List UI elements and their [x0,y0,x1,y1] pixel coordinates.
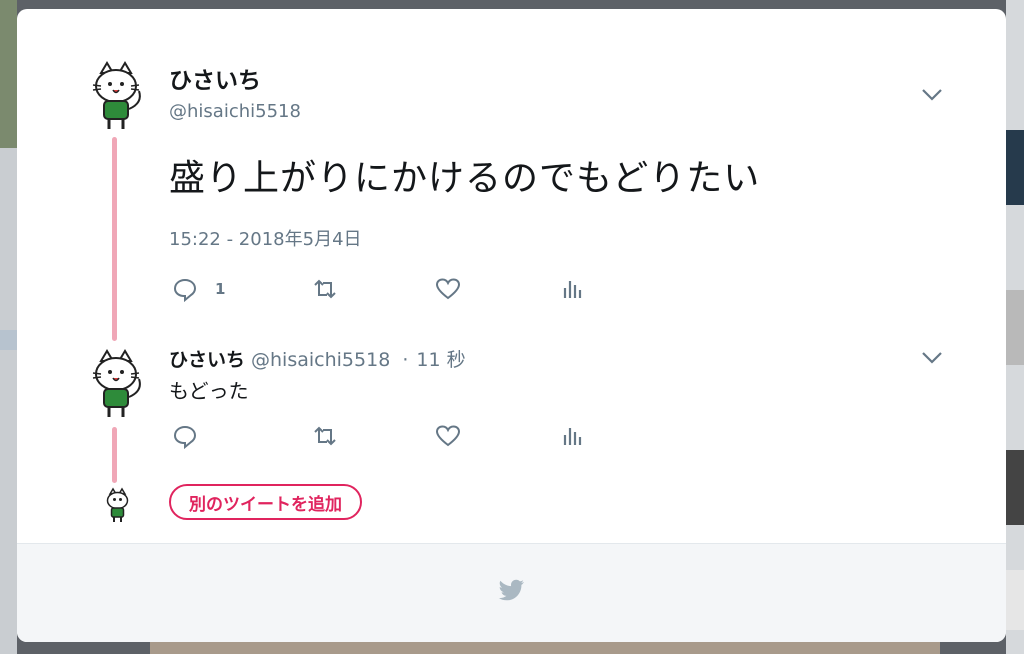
reply-age[interactable]: 11 秒 [416,349,465,371]
reply-icon [173,425,197,449]
reply-count: 1 [215,280,226,298]
like-button[interactable] [435,275,461,303]
twitter-bird-icon [498,579,524,601]
thread-line [112,137,117,341]
reply-icon [173,278,197,302]
avatar[interactable] [87,347,147,421]
analytics-button[interactable] [559,422,585,450]
chevron-down-icon[interactable] [921,351,943,365]
retweet-icon [314,426,336,446]
reply-button[interactable]: 1 [172,275,225,303]
tweet-modal: ひさいち @hisaichi5518 盛り上がりにかけるのでもどりたい 15:2… [17,9,1006,642]
avatar [106,487,129,522]
reply-handle[interactable]: @hisaichi5518 [251,349,390,371]
add-tweet-button[interactable]: 別のツイートを追加 [169,484,362,520]
retweet-button[interactable] [312,275,338,303]
reply-button[interactable] [172,422,198,450]
tweet-actions: 1 [169,275,589,303]
background-page-left [0,0,17,654]
display-name[interactable]: ひさいち [169,61,261,95]
reply-actions [169,422,589,450]
avatar[interactable] [87,59,147,133]
analytics-icon [563,428,582,445]
tweet-text: 盛り上がりにかけるのでもどりたい [169,158,761,199]
chevron-down-icon[interactable] [921,88,943,102]
thread-line [112,427,117,483]
retweet-button[interactable] [312,422,338,450]
reply-header: ひさいち @hisaichi5518 · 11 秒 [169,345,466,372]
tweet-timestamp[interactable]: 15:22 - 2018年5月4日 [169,225,362,251]
meta-separator: · [402,349,409,371]
background-image-strip [150,640,940,654]
like-button[interactable] [435,422,461,450]
retweet-icon [314,279,336,299]
user-handle[interactable]: @hisaichi5518 [169,101,301,122]
background-page-right [1006,0,1024,654]
reply-text: もどった [169,379,249,403]
like-icon [435,425,461,447]
analytics-button[interactable] [559,275,585,303]
like-icon [435,278,461,300]
modal-footer [17,543,1006,642]
analytics-icon [563,281,582,298]
reply-display-name[interactable]: ひさいち [169,349,245,371]
